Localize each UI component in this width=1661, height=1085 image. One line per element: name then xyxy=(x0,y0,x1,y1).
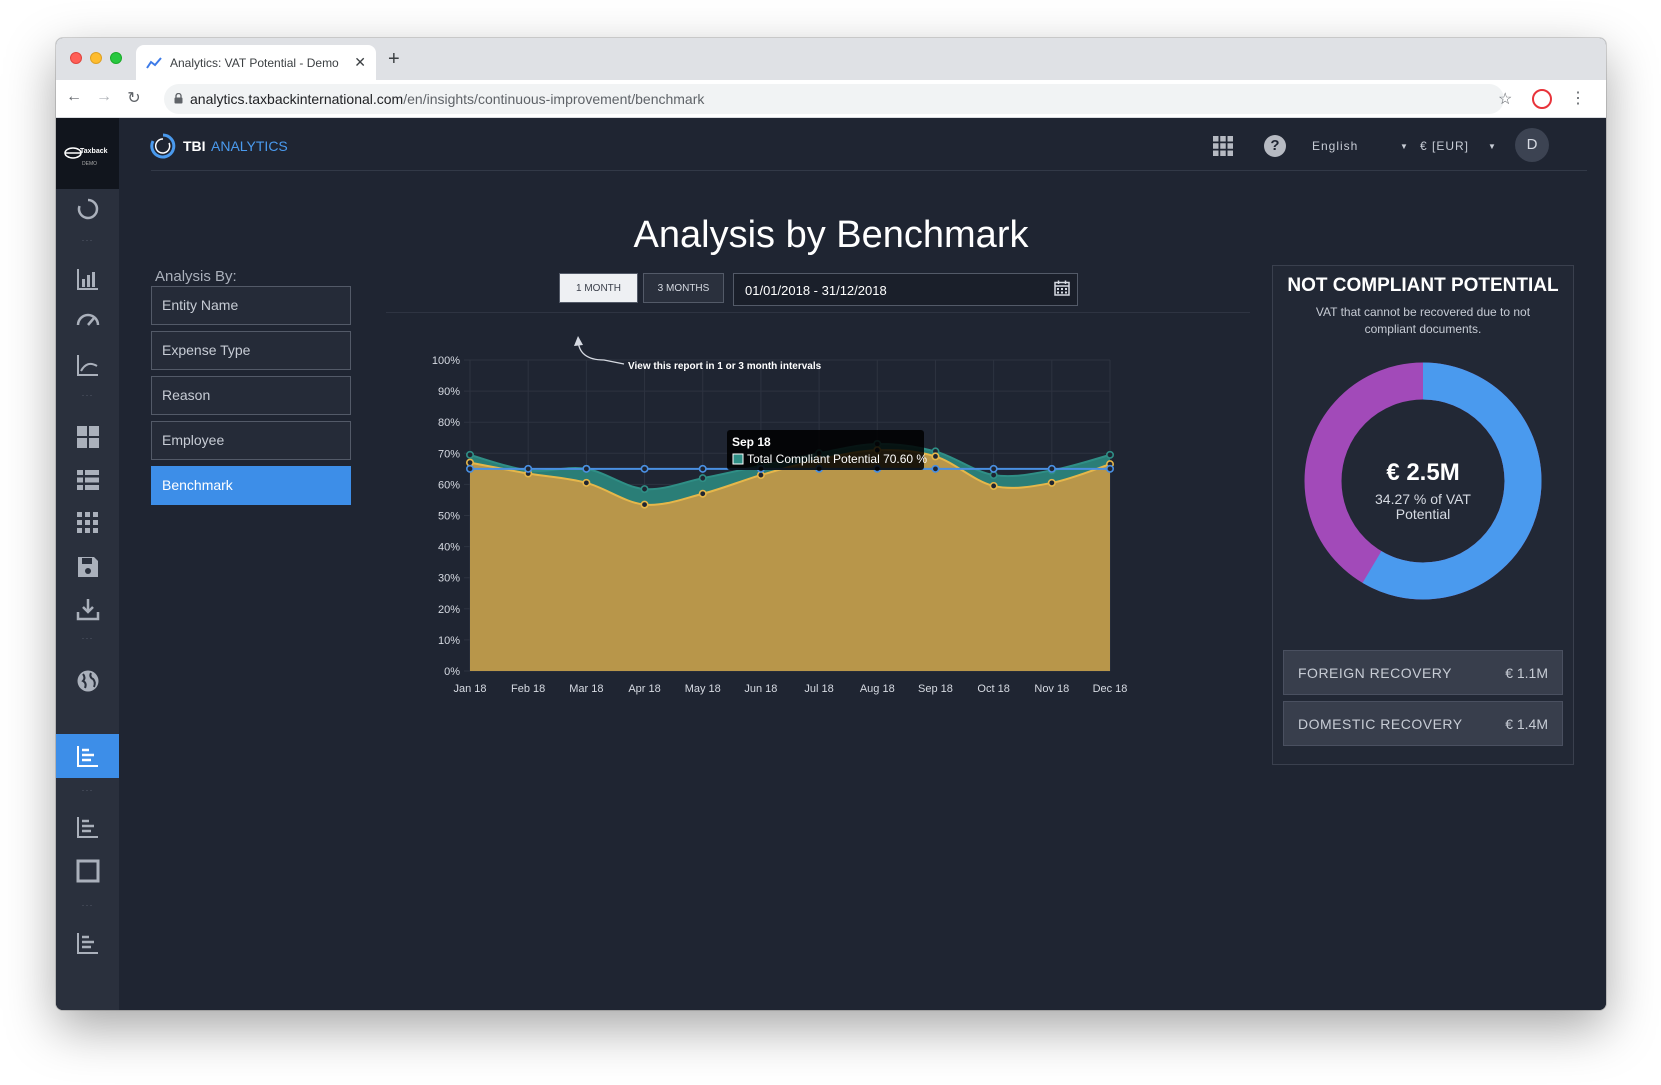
benchmark-chart-icon[interactable] xyxy=(75,743,101,769)
data-point[interactable] xyxy=(465,464,474,473)
forward-arrow-icon[interactable]: → xyxy=(94,88,114,106)
data-point[interactable] xyxy=(931,464,940,473)
x-tick-label: May 18 xyxy=(685,683,721,695)
y-tick-label: 100% xyxy=(432,355,460,367)
tooltip-swatch xyxy=(732,453,744,465)
x-tick-label: Nov 18 xyxy=(1034,683,1069,695)
data-point[interactable] xyxy=(931,452,940,461)
app-root: Taxback DEMO ··· ··· ··· ··· ··· TBI ANA… xyxy=(56,118,1606,1010)
y-tick-label: 90% xyxy=(438,386,460,398)
y-tick-label: 40% xyxy=(438,542,460,554)
bookmark-star-icon[interactable]: ☆ xyxy=(1498,89,1512,109)
data-point[interactable] xyxy=(640,500,649,509)
horizontal-bars-icon[interactable] xyxy=(75,814,101,840)
x-tick-label: Aug 18 xyxy=(860,683,895,695)
browser-toolbar: ← → ↻ analytics.taxbackinternational.com… xyxy=(56,80,1606,118)
y-tick-label: 70% xyxy=(438,448,460,460)
language-caret-icon[interactable]: ▼ xyxy=(1400,142,1408,151)
panel-title: NOT COMPLIANT POTENTIAL xyxy=(1287,275,1559,296)
data-point[interactable] xyxy=(640,485,649,494)
x-tick-label: Oct 18 xyxy=(977,683,1009,695)
benchmark-area-chart: 0% 10% 20% 30% 40% 50% 60% 70% 80% 90% 100% Jan 18… xyxy=(432,336,1128,695)
data-point[interactable] xyxy=(698,464,707,473)
x-tick-label: Jun 18 xyxy=(744,683,777,695)
browser-menu-icon[interactable]: ⋮ xyxy=(1570,88,1586,108)
data-point[interactable] xyxy=(1047,464,1056,473)
close-window-button[interactable] xyxy=(70,52,82,64)
domestic-recovery-row[interactable]: DOMESTIC RECOVERY € 1.4M xyxy=(1283,701,1563,746)
chart-tooltip: Sep 18 Total Compliant Potential 70.60 % xyxy=(727,430,927,470)
panel-subtitle: VAT that cannot be recovered due to not … xyxy=(1315,305,1531,336)
foreign-recovery-label: FOREIGN RECOVERY xyxy=(1298,665,1452,681)
data-point[interactable] xyxy=(465,450,474,459)
foreign-recovery-row[interactable]: FOREIGN RECOVERY € 1.1M xyxy=(1283,650,1563,695)
tooltip-label: Total Compliant Potential 70.60 % xyxy=(747,452,927,466)
y-tick-label: 0% xyxy=(444,666,460,678)
analytics-favicon-icon xyxy=(146,56,162,69)
donut-percent-text: 34.27 % of VAT Potential xyxy=(1375,491,1471,522)
interval-hint-text: View this report in 1 or 3 month interva… xyxy=(628,361,822,372)
data-point[interactable] xyxy=(1106,450,1115,459)
currency-select[interactable]: € [EUR] xyxy=(1420,139,1469,153)
donut-total-value: € 2.5M xyxy=(1386,459,1460,486)
maximize-window-button[interactable] xyxy=(110,52,122,64)
data-point[interactable] xyxy=(698,474,707,483)
x-tick-label: Mar 18 xyxy=(569,683,603,695)
tooltip-title: Sep 18 xyxy=(732,435,771,449)
currency-caret-icon[interactable]: ▼ xyxy=(1488,142,1496,151)
foreign-recovery-value: € 1.1M xyxy=(1505,665,1548,681)
hint-arrowhead xyxy=(574,336,583,346)
data-point[interactable] xyxy=(640,464,649,473)
tab-close-icon[interactable]: ✕ xyxy=(354,54,366,71)
x-tick-label: Jul 18 xyxy=(804,683,833,695)
x-tick-label: Feb 18 xyxy=(511,683,545,695)
report-bars-icon[interactable] xyxy=(75,930,101,956)
browser-tab[interactable]: Analytics: VAT Potential - Demo ✕ xyxy=(136,45,376,80)
data-point[interactable] xyxy=(989,481,998,490)
x-tick-label: Jan 18 xyxy=(453,683,486,695)
help-icon[interactable]: ? xyxy=(1264,135,1286,157)
new-tab-button[interactable]: + xyxy=(388,48,400,71)
data-point[interactable] xyxy=(524,464,533,473)
y-tick-label: 50% xyxy=(438,511,460,523)
minimize-window-button[interactable] xyxy=(90,52,102,64)
tab-bar: Analytics: VAT Potential - Demo ✕ + xyxy=(56,38,1606,80)
data-point[interactable] xyxy=(989,464,998,473)
reload-icon[interactable]: ↻ xyxy=(124,88,144,108)
data-point[interactable] xyxy=(582,478,591,487)
opera-extension-icon[interactable] xyxy=(1532,89,1552,109)
x-tick-label: Sep 18 xyxy=(918,683,953,695)
x-tick-label: Apr 18 xyxy=(628,683,660,695)
y-tick-label: 60% xyxy=(438,479,460,491)
x-tick-label: Dec 18 xyxy=(1093,683,1128,695)
square-frame-icon[interactable] xyxy=(75,858,101,884)
y-tick-label: 30% xyxy=(438,573,460,585)
lock-icon xyxy=(174,93,183,104)
y-tick-label: 20% xyxy=(438,604,460,616)
domestic-recovery-value: € 1.4M xyxy=(1505,716,1548,732)
not-compliant-panel: NOT COMPLIANT POTENTIAL VAT that cannot … xyxy=(1272,265,1574,765)
tab-title: Analytics: VAT Potential - Demo xyxy=(170,55,339,70)
url-text: analytics.taxbackinternational.com/en/in… xyxy=(190,91,705,107)
back-arrow-icon[interactable]: ← xyxy=(64,88,84,106)
sidebar-separator: ··· xyxy=(81,785,94,795)
data-point[interactable] xyxy=(1106,464,1115,473)
data-point[interactable] xyxy=(698,489,707,498)
address-bar[interactable]: analytics.taxbackinternational.com/en/in… xyxy=(164,84,1504,114)
data-point[interactable] xyxy=(582,464,591,473)
language-select[interactable]: English xyxy=(1312,139,1358,153)
data-point[interactable] xyxy=(1047,478,1056,487)
browser-window: Analytics: VAT Potential - Demo ✕ + ← → … xyxy=(56,38,1606,1010)
domestic-recovery-label: DOMESTIC RECOVERY xyxy=(1298,716,1463,732)
user-avatar[interactable]: D xyxy=(1515,128,1549,162)
y-tick-label: 10% xyxy=(438,635,460,647)
y-tick-label: 80% xyxy=(438,417,460,429)
sidebar-separator: ··· xyxy=(81,900,94,910)
